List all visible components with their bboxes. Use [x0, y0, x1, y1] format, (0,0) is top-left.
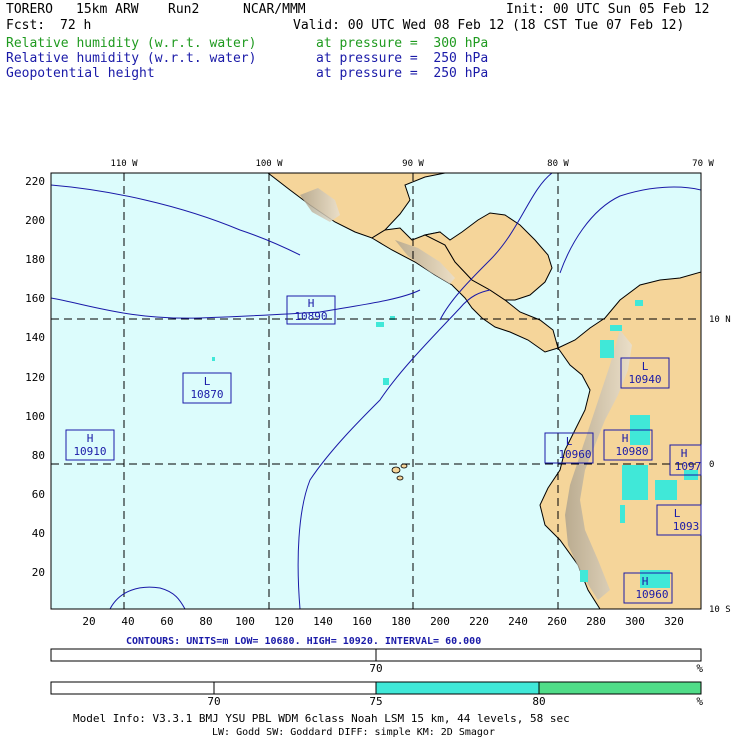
pressure-center-type: L: [642, 360, 649, 373]
x-tick-label: 320: [664, 615, 684, 628]
y-tick-label: 160: [25, 292, 45, 305]
x-tick-label: 60: [160, 615, 173, 628]
pressure-center-type: H: [622, 432, 629, 445]
x-tick-label: 100: [235, 615, 255, 628]
lat-label-10n: 10 N: [709, 315, 731, 325]
y-tick-label: 80: [32, 449, 45, 462]
x-tick-label: 300: [625, 615, 645, 628]
y-tick-label: 180: [25, 253, 45, 266]
x-tick-label: 220: [469, 615, 489, 628]
colorbar-2-tick: 75: [369, 695, 382, 708]
colorbar-1-tick: 70: [369, 662, 382, 675]
x-tick-label: 240: [508, 615, 528, 628]
pressure-center-type: H: [308, 297, 315, 310]
colorbar-2-tick: 80: [532, 695, 545, 708]
pressure-center-type: L: [204, 375, 211, 388]
contours-info: CONTOURS: UNITS=m LOW= 10680. HIGH= 1092…: [126, 636, 481, 647]
colorbar-2-tick: 70: [207, 695, 220, 708]
x-tick-label: 280: [586, 615, 606, 628]
y-tick-label: 220: [25, 175, 45, 188]
colorbar-2-unit: %: [696, 695, 703, 708]
lon-label-110w: 110 W: [110, 159, 138, 169]
pressure-center-type: H: [87, 432, 94, 445]
weather-map: H 10890 L 10870 H 10910 L 10940 L 10960 …: [25, 159, 731, 738]
pressure-center-value: 10890: [294, 310, 327, 323]
pressure-center-value: 10870: [190, 388, 223, 401]
pressure-center-value: 1093: [673, 520, 700, 533]
x-tick-label: 40: [121, 615, 134, 628]
x-tick-label: 80: [199, 615, 212, 628]
pressure-center-type: H: [642, 575, 649, 588]
lat-label-10s: 10 S: [709, 605, 731, 615]
pressure-center-value: 1097: [675, 460, 702, 473]
colorbar-1-unit: %: [696, 662, 703, 675]
pressure-center-type: H: [681, 447, 688, 460]
lat-label-0: 0: [709, 460, 714, 470]
x-tick-label: 180: [391, 615, 411, 628]
pressure-center-type: L: [674, 507, 681, 520]
pressure-center-type: L: [566, 435, 573, 448]
y-tick-label: 40: [32, 527, 45, 540]
model-info: Model Info: V3.3.1 BMJ YSU PBL WDM 6clas…: [73, 712, 570, 725]
lon-label-70w: 70 W: [692, 159, 714, 169]
pressure-center-value: 10910: [73, 445, 106, 458]
colorbar-rh-300: 70 75 80 %: [50, 681, 703, 708]
x-tick-label: 120: [274, 615, 294, 628]
lon-label-90w: 90 W: [402, 159, 424, 169]
x-tick-label: 260: [547, 615, 567, 628]
lon-label-100w: 100 W: [255, 159, 283, 169]
colorbar-rh-250: 70 %: [50, 648, 703, 675]
y-tick-label: 120: [25, 371, 45, 384]
y-tick-label: 60: [32, 488, 45, 501]
pressure-center-value: 10960: [635, 588, 668, 601]
x-tick-label: 140: [313, 615, 333, 628]
y-tick-label: 100: [25, 410, 45, 423]
pressure-center-value: 10980: [615, 445, 648, 458]
x-tick-label: 200: [430, 615, 450, 628]
pressure-center-value: 10940: [628, 373, 661, 386]
y-tick-label: 200: [25, 214, 45, 227]
x-tick-label: 160: [352, 615, 372, 628]
lon-label-80w: 80 W: [547, 159, 569, 169]
pressure-center-value: 10960: [558, 448, 591, 461]
model-physics: LW: Godd SW: Goddard DIFF: simple KM: 2D…: [212, 727, 495, 738]
y-tick-label: 20: [32, 566, 45, 579]
x-tick-label: 20: [82, 615, 95, 628]
y-tick-label: 140: [25, 331, 45, 344]
